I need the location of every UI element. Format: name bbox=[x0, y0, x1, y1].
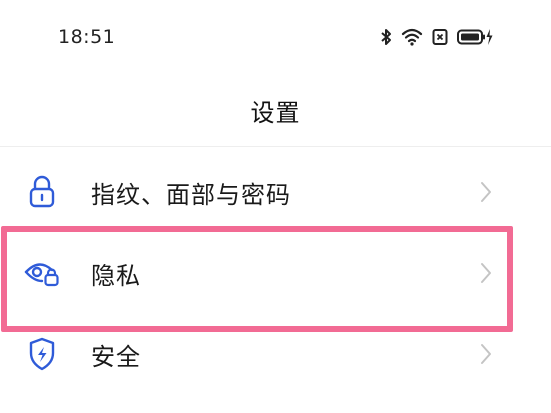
header-divider bbox=[0, 146, 551, 147]
title-bar: 设置 bbox=[0, 80, 551, 140]
settings-item-label: 指纹、面部与密码 bbox=[91, 180, 291, 209]
settings-item-security[interactable]: 安全 bbox=[0, 314, 551, 394]
battery-charging-icon bbox=[457, 28, 493, 46]
bluetooth-icon bbox=[380, 28, 392, 46]
sim-disabled-icon bbox=[432, 28, 448, 46]
wifi-icon bbox=[401, 28, 423, 46]
status-icons bbox=[380, 25, 493, 49]
status-bar: 18:51 bbox=[0, 0, 551, 72]
lock-icon bbox=[24, 174, 60, 210]
chevron-right-icon bbox=[479, 180, 493, 204]
shield-icon bbox=[24, 336, 60, 372]
page-title: 设置 bbox=[250, 98, 301, 127]
chevron-right-icon bbox=[479, 342, 493, 366]
status-time: 18:51 bbox=[58, 26, 116, 48]
settings-item-label: 安全 bbox=[91, 342, 141, 371]
settings-item-fingerprint-face-password[interactable]: 指纹、面部与密码 bbox=[0, 152, 551, 232]
